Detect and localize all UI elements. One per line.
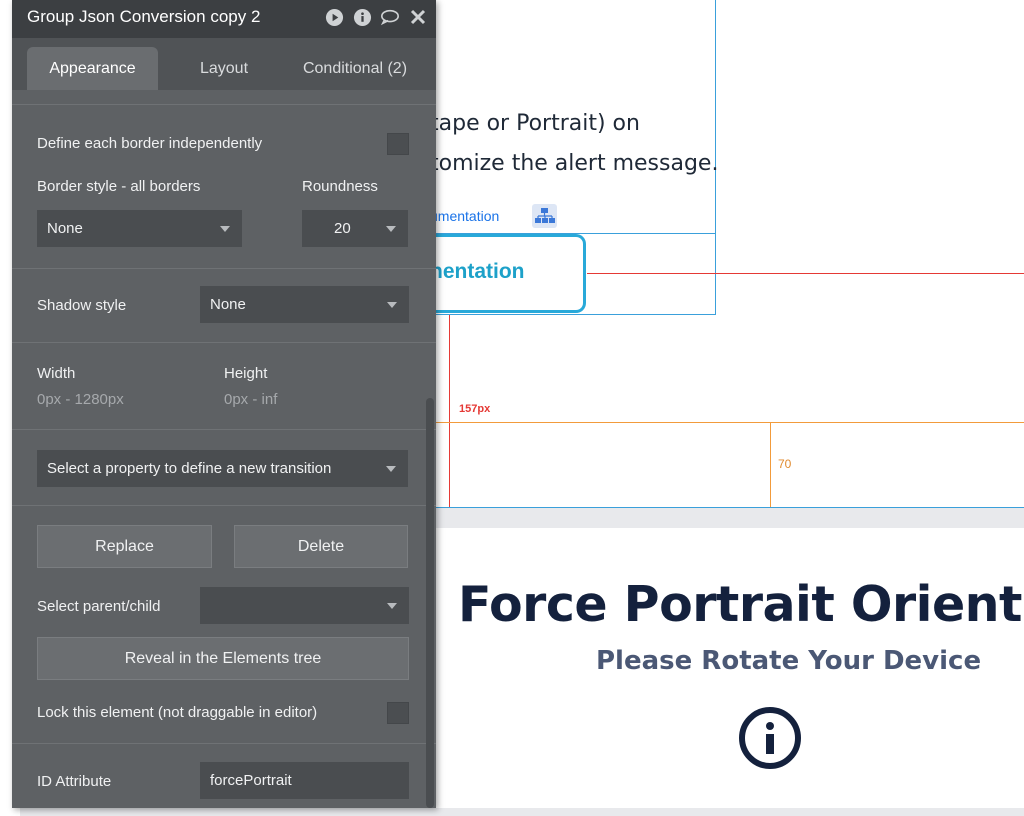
documentation-link[interactable]: umentation — [430, 208, 499, 224]
chevron-down-icon — [220, 226, 230, 232]
tab-layout[interactable]: Layout — [162, 47, 286, 90]
reveal-elements-tree-button[interactable]: Reveal in the Elements tree — [37, 637, 409, 680]
transition-select[interactable]: Select a property to define a new transi… — [37, 450, 408, 487]
panel-tabs: Appearance Layout Conditional (2) — [12, 38, 436, 90]
panel-title: Group Json Conversion copy 2 — [27, 7, 261, 26]
divider — [12, 429, 436, 430]
page-gap — [436, 508, 1024, 528]
roundness-label: Roundness — [302, 178, 378, 195]
measure-line-orange-horizontal — [436, 422, 1024, 423]
measure-label-red: 157px — [459, 403, 491, 415]
chevron-down-icon — [386, 466, 396, 472]
canvas-bottom-edge — [20, 808, 1024, 816]
divider — [12, 104, 436, 105]
description-line-2: tomize the alert message. — [430, 151, 719, 176]
measure-line-red-horizontal — [587, 273, 1024, 274]
panel-scrollbar[interactable] — [426, 398, 434, 808]
border-style-value: None — [47, 220, 83, 237]
header-icons — [324, 7, 428, 27]
measure-line-orange-vertical — [770, 422, 771, 508]
lock-element-label: Lock this element (not draggable in edit… — [37, 704, 318, 721]
page-title: Force Portrait Orientati — [458, 576, 1024, 633]
border-style-select[interactable]: None — [37, 210, 242, 247]
info-circle-icon — [739, 707, 801, 769]
chevron-down-icon — [387, 302, 397, 308]
shadow-style-value: None — [210, 296, 246, 313]
divider — [12, 743, 436, 744]
orientation-button-label: nentation — [430, 260, 525, 283]
roundness-select[interactable]: 20 — [302, 210, 408, 247]
shadow-style-label: Shadow style — [37, 297, 127, 314]
border-style-label: Border style - all borders — [37, 178, 201, 195]
id-attribute-input[interactable]: forcePortrait — [200, 762, 409, 799]
select-parent-select[interactable] — [200, 587, 409, 624]
id-attribute-label: ID Attribute — [37, 773, 112, 790]
property-editor-panel: Group Json Conversion copy 2 Appearance … — [12, 0, 436, 808]
chevron-down-icon — [386, 226, 396, 232]
define-border-label: Define each border independently — [37, 135, 263, 152]
measure-label-orange: 70 — [778, 457, 792, 471]
roundness-value: 20 — [334, 220, 351, 237]
page-subtitle: Please Rotate Your Device — [596, 646, 982, 676]
divider — [12, 268, 436, 269]
comment-icon[interactable] — [380, 7, 400, 27]
chevron-down-icon — [387, 603, 397, 609]
info-dot — [766, 722, 774, 730]
play-icon[interactable] — [324, 7, 344, 27]
tab-conditional[interactable]: Conditional (2) — [288, 47, 422, 90]
delete-button[interactable]: Delete — [234, 525, 408, 568]
info-icon[interactable] — [352, 7, 372, 27]
select-parent-label: Select parent/child — [37, 598, 161, 615]
sitemap-icon[interactable] — [532, 204, 557, 228]
shadow-style-select[interactable]: None — [200, 286, 409, 323]
height-value[interactable]: 0px - inf — [224, 391, 277, 408]
replace-button[interactable]: Replace — [37, 525, 212, 568]
lock-element-checkbox[interactable] — [387, 702, 409, 724]
height-label: Height — [224, 365, 268, 382]
measure-line-red-vertical — [449, 315, 450, 507]
close-icon[interactable] — [408, 7, 428, 27]
divider — [12, 505, 436, 506]
divider — [12, 342, 436, 343]
transition-placeholder: Select a property to define a new transi… — [47, 460, 332, 477]
define-border-checkbox[interactable] — [387, 133, 409, 155]
width-value[interactable]: 0px - 1280px — [37, 391, 124, 408]
panel-header[interactable]: Group Json Conversion copy 2 — [12, 0, 436, 38]
info-bar — [766, 734, 774, 754]
tab-appearance[interactable]: Appearance — [27, 47, 158, 90]
width-label: Width — [37, 365, 76, 382]
description-line-1: tape or Portrait) on — [430, 111, 640, 136]
panel-body: Define each border independently Border … — [12, 90, 436, 808]
